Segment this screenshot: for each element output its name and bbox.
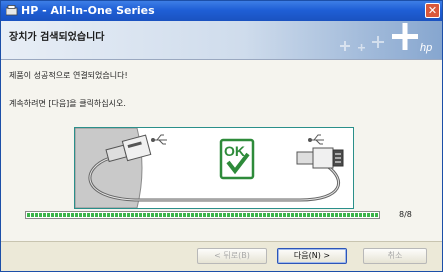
title-bar[interactable]: HP - All-In-One Series ✕ [1,1,442,21]
progress-bar [25,209,385,221]
ok-check-icon: OK [219,138,255,180]
svg-text:hp: hp [420,42,432,54]
usb-plug-icon [296,147,344,169]
hp-plus-logo-icon: hp [340,23,432,54]
wizard-header: 장치가 검색되었습니다 hp [1,21,442,60]
progress-count: 8/8 [399,210,412,219]
close-button[interactable]: ✕ [425,3,440,18]
usb-connection-illustration: OK [74,127,354,209]
back-button[interactable]: < 뒤로(B) [197,248,267,264]
hp-app-icon [6,5,18,16]
progress-track [25,211,380,219]
close-icon: ✕ [427,4,438,17]
next-button[interactable]: 다음(N) > [277,248,347,264]
page-title: 장치가 검색되었습니다 [9,32,105,43]
progress-fill [27,213,378,217]
button-bar: < 뒤로(B) 다음(N) > 취소 [1,241,442,271]
connected-message: 제품이 성공적으로 연결되었습니다! [9,71,128,80]
installer-window: HP - All-In-One Series ✕ 장치가 검색되었습니다 hp … [0,0,443,272]
continue-instruction: 계속하려면 [다음]을 클릭하십시오. [9,99,126,108]
content-area: 제품이 성공적으로 연결되었습니다! 계속하려면 [다음]을 클릭하십시오. O… [1,60,442,241]
window-title: HP - All-In-One Series [21,4,155,17]
cancel-button[interactable]: 취소 [363,248,427,264]
svg-text:OK: OK [224,143,245,159]
